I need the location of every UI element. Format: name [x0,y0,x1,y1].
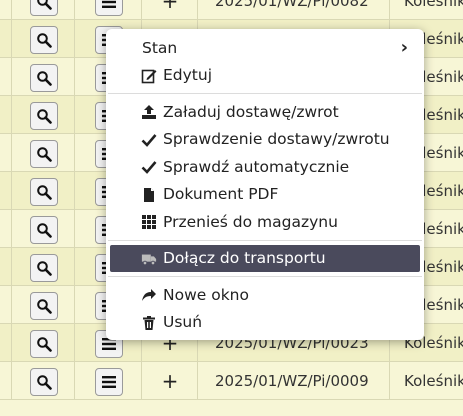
search-button[interactable] [30,0,58,16]
trash-icon [141,315,157,331]
search-button[interactable] [30,64,58,92]
row-marker-cell [0,134,12,172]
menu-cell [75,362,142,400]
client-cell: Koleśnik [390,0,463,20]
client-name: Koleśnik [404,372,463,390]
search-button[interactable] [30,140,58,168]
search-button[interactable] [30,254,58,282]
share-icon [141,287,157,303]
table-row: +2025/01/WZ/Pi/0082 Koleśnik [0,0,463,20]
menu-item-label: Sprawdź automatycznie [163,157,350,176]
menu-item-label: Usuń [163,313,203,332]
doc-number-cell: 2025/01/WZ/Pi/0009 [198,362,390,400]
menu-divider [108,93,422,94]
menu-cell [75,0,142,20]
menu-item-usun[interactable]: Usuń [106,309,424,337]
menu-item-label: Stan [142,38,178,57]
truck-icon [141,251,157,267]
menu-item-sprawdzenie-dostawy[interactable]: Sprawdzenie dostawy/zwrotu [106,126,424,154]
search-icon [36,0,52,10]
row-menu-button[interactable] [95,0,123,16]
menu-item-dokument-pdf[interactable]: Dokument PDF [106,181,424,209]
check-icon [141,132,157,148]
menu-item-przenies-do-magazynu[interactable]: Przenieś do magazynu [106,208,424,236]
search-cell [12,20,75,58]
search-icon [36,336,52,352]
search-icon [36,108,52,124]
doc-number: 2025/01/WZ/Pi/0082 [215,0,369,10]
edit-icon [141,68,157,84]
menu-item-edytuj[interactable]: Edytuj [106,62,424,90]
row-marker-cell [0,58,12,96]
add-button[interactable]: + [142,368,198,394]
search-icon [36,374,52,390]
row-marker-cell [0,286,12,324]
search-button[interactable] [30,330,58,358]
row-marker-cell [0,248,12,286]
search-icon [36,222,52,238]
menu-item-zaladuj-dostawe[interactable]: Załaduj dostawę/zwrot [106,98,424,126]
row-marker-cell [0,324,12,362]
search-icon [36,298,52,314]
menu-item-label: Przenieś do magazynu [163,212,338,231]
search-cell [12,248,75,286]
search-icon [36,260,52,276]
doc-number: 2025/01/WZ/Pi/0009 [215,372,369,390]
menu-item-label: Nowe okno [163,285,249,304]
search-button[interactable] [30,178,58,206]
row-marker-cell [0,0,12,20]
search-cell [12,286,75,324]
table-row: +2025/01/WZ/Pi/0009 Koleśnik [0,362,463,400]
row-marker-cell [0,210,12,248]
menu-item-label: Edytuj [163,66,213,85]
upload-icon [141,104,157,120]
search-icon [36,70,52,86]
menu-item-label: Dokument PDF [163,185,279,204]
menu-item-label: Załaduj dostawę/zwrot [163,102,339,121]
row-menu-button[interactable] [95,368,123,396]
client-name: Koleśnik [404,0,463,10]
search-button[interactable] [30,292,58,320]
search-button[interactable] [30,26,58,54]
search-cell [12,134,75,172]
file-icon [141,187,157,203]
search-button[interactable] [30,368,58,396]
menu-divider [108,276,422,277]
grid-icon [141,214,157,230]
menu-divider [108,239,422,241]
search-cell [12,58,75,96]
search-cell [12,172,75,210]
chevron-right-icon: › [400,37,408,58]
row-marker-cell [0,20,12,58]
menu-item-label: Sprawdzenie dostawy/zwrotu [163,130,390,149]
menu-item-sprawdz-automatycznie[interactable]: Sprawdź automatycznie [106,153,424,181]
add-cell: + [142,0,198,20]
row-marker-cell [0,362,12,400]
search-cell [12,324,75,362]
row-marker-cell [0,172,12,210]
add-button[interactable]: + [142,0,198,14]
hamburger-icon [101,375,117,389]
menu-item-stan[interactable]: Stan › [106,34,424,62]
search-cell [12,0,75,20]
context-menu: Stan › Edytuj Załaduj dostawę/zwrot Spra… [106,29,424,340]
menu-item-dolacz-do-transportu[interactable]: Dołącz do transportu [110,244,420,272]
menu-item-label: Dołącz do transportu [163,249,326,268]
check-icon [141,159,157,175]
hamburger-icon [101,0,117,9]
search-icon [36,32,52,48]
menu-item-nowe-okno[interactable]: Nowe okno [106,281,424,309]
search-button[interactable] [30,102,58,130]
search-cell [12,96,75,134]
doc-number-cell: 2025/01/WZ/Pi/0082 [198,0,390,20]
search-button[interactable] [30,216,58,244]
add-cell: + [142,362,198,400]
client-cell: Koleśnik [390,362,463,400]
search-icon [36,184,52,200]
row-marker-cell [0,96,12,134]
search-cell [12,362,75,400]
search-icon [36,146,52,162]
search-cell [12,210,75,248]
